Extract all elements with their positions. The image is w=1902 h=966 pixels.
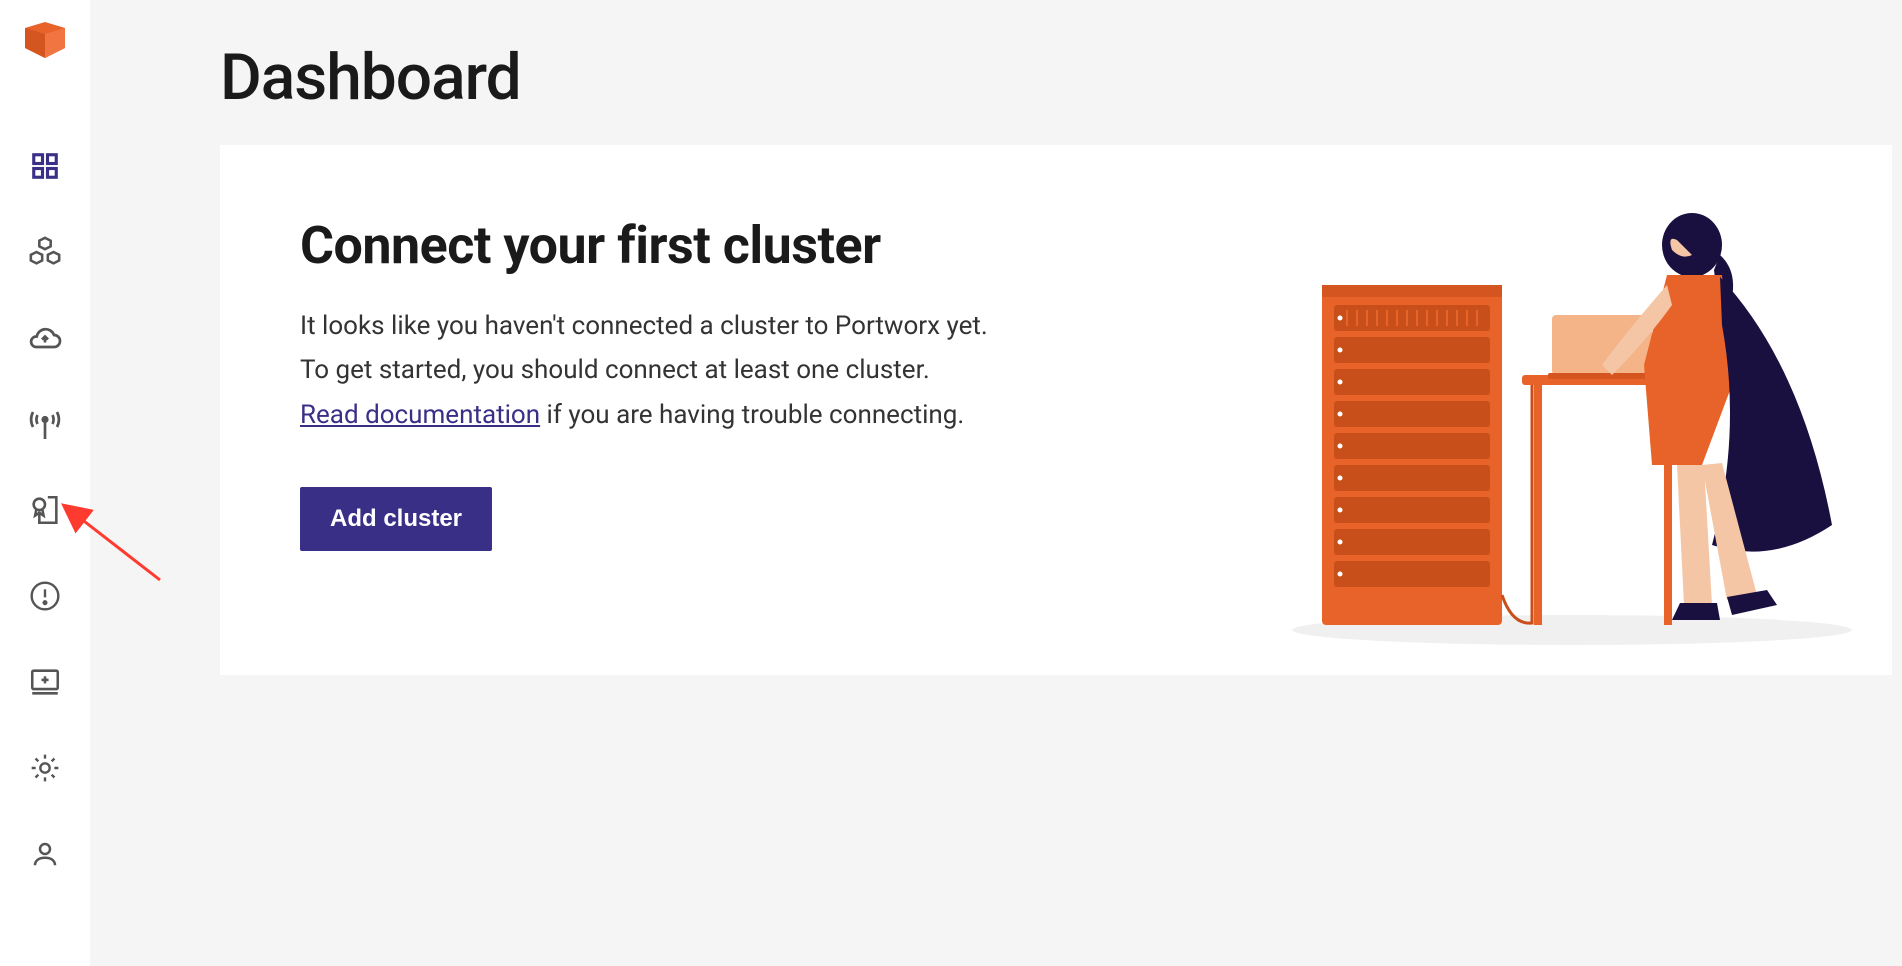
onboarding-line-2: To get started, you should connect at le…: [300, 350, 988, 390]
user-icon: [30, 839, 60, 873]
onboarding-illustration: [1272, 185, 1872, 645]
onboarding-title: Connect your first cluster: [300, 215, 988, 276]
onboarding-text-block: Connect your first cluster It looks like…: [300, 215, 988, 551]
sidebar-item-cloud[interactable]: [21, 316, 69, 364]
sidebar-item-alerts[interactable]: [21, 574, 69, 622]
sidebar-item-dashboard[interactable]: [21, 144, 69, 192]
main-content: Dashboard Connect your first cluster It …: [90, 0, 1902, 966]
monitor-plus-icon: [28, 665, 62, 703]
alert-circle-icon: [29, 580, 61, 616]
antenna-icon: [27, 406, 63, 446]
page-header: Dashboard: [90, 0, 1902, 145]
onboarding-line-3: Read documentation if you are having tro…: [300, 395, 988, 435]
boxes-icon: [28, 235, 62, 273]
sidebar-item-user[interactable]: [21, 832, 69, 880]
onboarding-line-3-suffix: if you are having trouble connecting.: [540, 400, 964, 430]
read-documentation-link[interactable]: Read documentation: [300, 400, 540, 430]
onboarding-line-1: It looks like you haven't connected a cl…: [300, 306, 988, 346]
add-cluster-button[interactable]: Add cluster: [300, 487, 492, 551]
cloud-upload-icon: [27, 320, 63, 360]
sidebar-item-clusters[interactable]: [21, 230, 69, 278]
sidebar: [0, 0, 90, 966]
sidebar-item-certificate[interactable]: [21, 488, 69, 536]
sidebar-item-settings[interactable]: [21, 746, 69, 794]
app-logo[interactable]: [23, 20, 67, 76]
sidebar-item-network[interactable]: [21, 402, 69, 450]
certificate-icon: [28, 493, 62, 531]
onboarding-card: Connect your first cluster It looks like…: [220, 145, 1892, 675]
page-title: Dashboard: [220, 40, 1902, 115]
gear-icon: [29, 752, 61, 788]
sidebar-item-monitor[interactable]: [21, 660, 69, 708]
grid-icon: [30, 151, 60, 185]
